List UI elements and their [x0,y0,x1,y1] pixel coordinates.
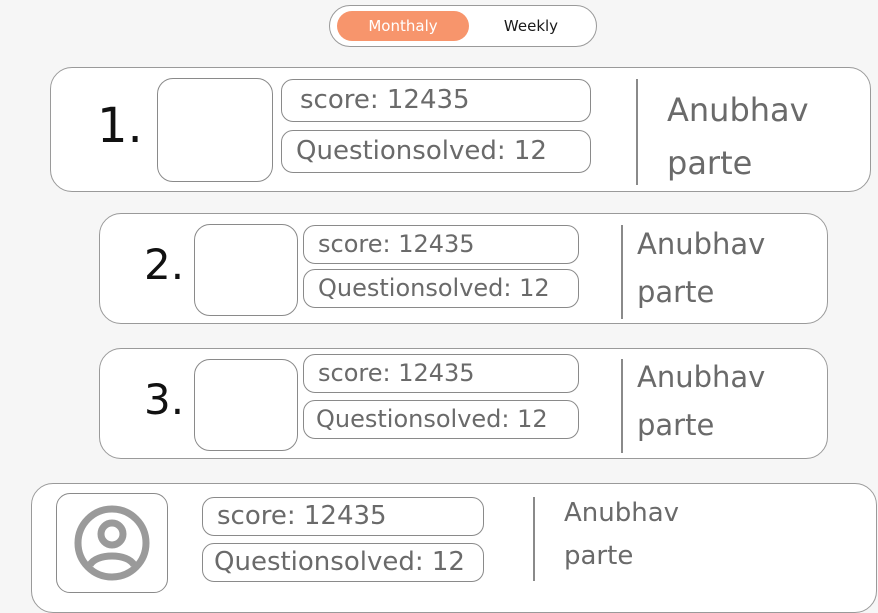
last-name: parte [637,408,715,442]
last-name: parte [667,144,753,182]
questions-solved-field: Questionsolved: 12 [303,269,579,308]
user-name: Anubhav parte [637,353,765,449]
avatar [194,224,298,316]
leaderboard-row-2[interactable]: 2. score: 12435 Questionsolved: 12 Anubh… [99,213,828,324]
divider [636,79,638,185]
rank-number: 1. [97,98,143,154]
tab-weekly[interactable]: Weekly [475,11,587,41]
divider [621,225,623,319]
rank-number: 2. [144,240,185,289]
avatar [194,359,298,451]
user-circle-icon [74,505,150,581]
period-toggle: Monthaly Weekly [329,5,597,47]
leaderboard-row-3[interactable]: 3. score: 12435 Questionsolved: 12 Anubh… [99,348,828,459]
score-field: score: 12435 [202,497,484,536]
first-name: Anubhav [637,360,766,394]
leaderboard-row-1[interactable]: 1. score: 12435 Questionsolved: 12 Anubh… [50,67,871,192]
questions-solved-field: Questionsolved: 12 [303,400,579,439]
tab-monthly[interactable]: Monthaly [337,11,469,41]
divider [621,359,623,453]
rank-number: 3. [144,375,185,424]
score-field: score: 12435 [281,79,591,122]
first-name: Anubhav [637,227,766,261]
last-name: parte [564,541,634,571]
first-name: Anubhav [667,91,809,129]
score-field: score: 12435 [303,225,579,264]
divider [533,497,535,581]
user-name: Anubhav parte [667,84,809,190]
user-name: Anubhav parte [564,492,679,578]
user-name: Anubhav parte [637,220,765,316]
avatar [157,78,273,182]
avatar[interactable] [56,493,168,593]
score-field: score: 12435 [303,354,579,393]
questions-solved-field: Questionsolved: 12 [202,543,484,582]
current-user-row[interactable]: score: 12435 Questionsolved: 12 Anubhav … [31,483,877,613]
last-name: parte [637,275,715,309]
first-name: Anubhav [564,498,680,528]
questions-solved-field: Questionsolved: 12 [281,130,591,173]
